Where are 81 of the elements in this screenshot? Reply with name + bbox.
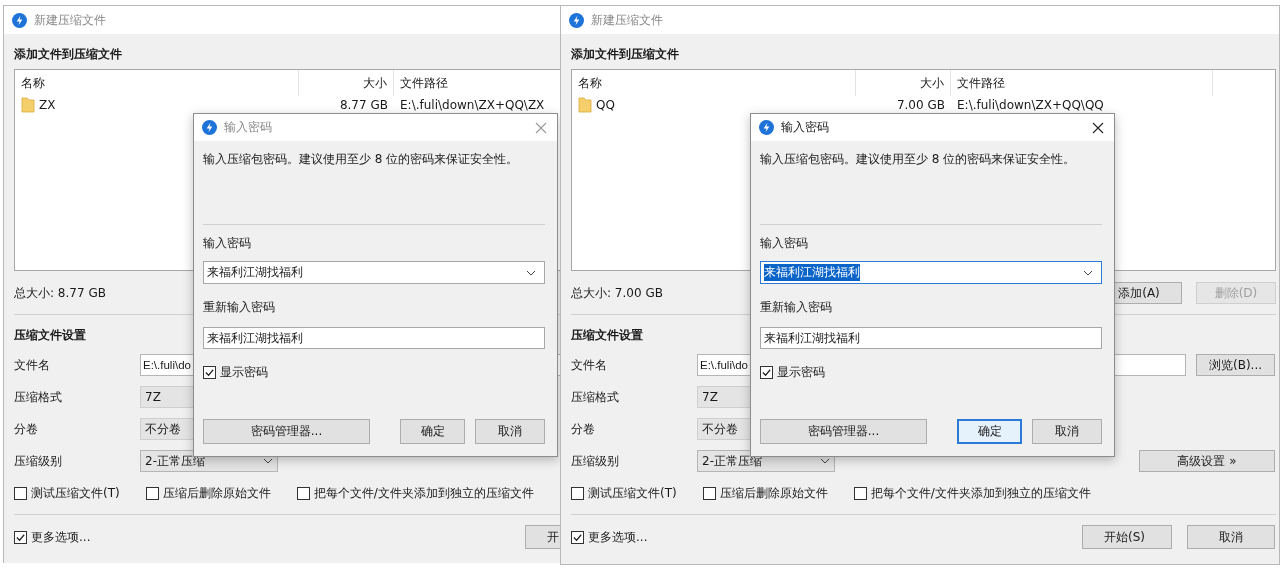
window-title: 新建压缩文件 <box>34 11 106 29</box>
column-header[interactable]: 文件路径 <box>951 70 1213 96</box>
total-size: 总大小: 7.00 GB <box>571 284 663 302</box>
checkbox-label: 更多选项... <box>588 528 648 546</box>
dialog-title: 输入密码 <box>781 119 829 136</box>
checkbox-label: 显示密码 <box>220 363 268 381</box>
section-title: 添加文件到压缩文件 <box>14 46 122 62</box>
chevron-down-icon <box>1083 269 1093 276</box>
field-label: 重新输入密码 <box>760 299 833 315</box>
section-title: 添加文件到压缩文件 <box>571 46 679 62</box>
column-header[interactable]: 名称 <box>15 70 299 96</box>
file-size: 7.00 GB <box>895 98 946 112</box>
password-manager-button[interactable]: 密码管理器... <box>760 419 927 444</box>
chevron-down-icon <box>820 458 830 464</box>
file-path: E:\.fuli\down\ZX+QQ\QQ <box>956 98 1105 112</box>
file-name[interactable]: QQ <box>596 98 615 112</box>
column-header[interactable]: 名称 <box>572 70 856 96</box>
field-label: 输入密码 <box>760 235 809 251</box>
window-title: 新建压缩文件 <box>591 11 663 29</box>
checkbox[interactable] <box>14 486 27 500</box>
app-icon <box>202 120 217 135</box>
checkbox[interactable] <box>14 530 27 544</box>
checkbox[interactable] <box>853 486 867 500</box>
app-icon <box>569 12 584 28</box>
cancel-button[interactable]: 取消 <box>1032 419 1102 444</box>
dialog-message: 输入压缩包密码。建议使用至少 8 位的密码来保证安全性。 <box>203 151 520 167</box>
browse-button[interactable]: 浏览(B)... <box>1196 354 1275 376</box>
folder-icon <box>578 97 592 113</box>
section-title: 压缩文件设置 <box>571 327 643 343</box>
confirm-password-field[interactable]: 来福利江湖找福利 <box>760 327 1102 349</box>
checkbox-label: 把每个文件/文件夹添加到独立的压缩文件 <box>870 484 1091 502</box>
column-header[interactable]: 大小 <box>856 70 951 96</box>
setting-label: 分卷 <box>14 420 39 438</box>
dialog-message: 输入压缩包密码。建议使用至少 8 位的密码来保证安全性。 <box>760 151 1077 167</box>
setting-label: 文件名 <box>571 356 608 374</box>
checkbox[interactable] <box>571 530 584 544</box>
setting-label: 压缩级别 <box>571 452 620 470</box>
checkbox-label: 把每个文件/文件夹添加到独立的压缩文件 <box>313 484 534 502</box>
setting-label: 分卷 <box>571 420 596 438</box>
password-combobox[interactable]: 来福利江湖找福利 <box>203 261 545 284</box>
dialog-title: 输入密码 <box>224 119 272 136</box>
setting-label: 压缩格式 <box>571 388 620 406</box>
column-header[interactable]: 大小 <box>299 70 394 96</box>
checkbox-label: 压缩后删除原始文件 <box>719 484 828 502</box>
advanced-settings-button[interactable]: 高级设置 » <box>1139 450 1275 472</box>
file-size: 8.77 GB <box>338 98 389 112</box>
setting-label: 文件名 <box>14 356 51 374</box>
chevron-down-icon <box>526 269 536 276</box>
file-name[interactable]: ZX <box>39 98 56 112</box>
chevron-down-icon <box>263 458 273 464</box>
setting-label: 压缩级别 <box>14 452 63 470</box>
checkbox-label: 压缩后删除原始文件 <box>162 484 271 502</box>
password-manager-button[interactable]: 密码管理器... <box>203 419 370 444</box>
field-label: 重新输入密码 <box>203 299 276 315</box>
ok-button[interactable]: 确定 <box>957 419 1022 444</box>
start-button[interactable]: 开 <box>525 525 560 549</box>
start-button[interactable]: 开始(S) <box>1082 525 1172 549</box>
checkbox[interactable] <box>571 486 584 500</box>
app-icon <box>759 120 774 135</box>
folder-icon <box>21 97 35 113</box>
cancel-button[interactable]: 取消 <box>475 419 545 444</box>
checkbox-label: 更多选项... <box>31 528 91 546</box>
checkbox-label: 测试压缩文件(T) <box>588 484 677 502</box>
cancel-button[interactable]: 取消 <box>1187 525 1275 549</box>
checkbox[interactable] <box>760 365 773 379</box>
section-title: 压缩文件设置 <box>14 327 86 343</box>
total-size: 总大小: 8.77 GB <box>14 284 106 302</box>
checkbox[interactable] <box>145 486 159 500</box>
file-path: E:\.fuli\down\ZX+QQ\ZX <box>399 98 546 112</box>
ok-button[interactable]: 确定 <box>400 419 465 444</box>
checkbox-label: 显示密码 <box>777 363 825 381</box>
confirm-password-field[interactable]: 来福利江湖找福利 <box>203 327 545 349</box>
checkbox[interactable] <box>203 365 216 379</box>
checkbox[interactable] <box>702 486 716 500</box>
checkbox[interactable] <box>296 486 310 500</box>
password-combobox[interactable]: 来福利江湖找福利 <box>760 261 1102 284</box>
checkbox-label: 测试压缩文件(T) <box>31 484 120 502</box>
close-icon[interactable] <box>1092 121 1104 134</box>
field-label: 输入密码 <box>203 235 252 251</box>
app-icon <box>12 12 27 28</box>
setting-label: 压缩格式 <box>14 388 63 406</box>
